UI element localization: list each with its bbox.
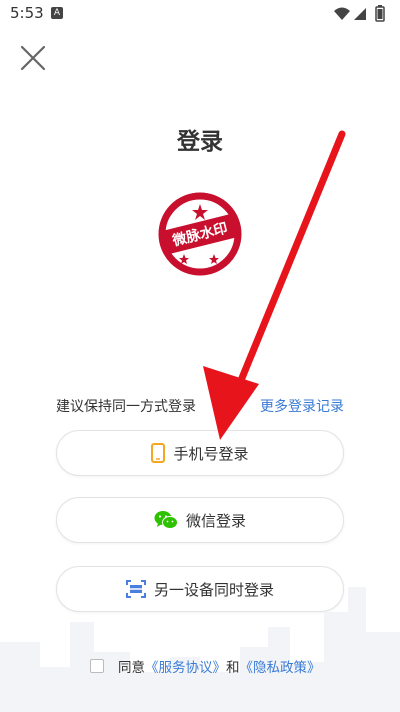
battery-icon	[375, 5, 385, 22]
status-bar: 5:53 A	[0, 0, 400, 28]
more-login-records-link[interactable]: 更多登录记录	[260, 396, 344, 416]
privacy-policy-link[interactable]: 《隐私政策》	[240, 656, 321, 676]
page-title: 登录	[177, 129, 223, 155]
agreement-checkbox[interactable]	[90, 659, 104, 673]
close-icon	[20, 45, 46, 71]
agreement-and: 和	[226, 660, 240, 676]
status-icons	[334, 5, 385, 22]
wechat-icon	[154, 510, 178, 530]
wifi-icon	[334, 7, 350, 20]
login-hint: 建议保持同一方式登录	[56, 399, 196, 415]
notification-icon: A	[51, 7, 63, 19]
wechat-login-button[interactable]: 微信登录	[56, 497, 344, 543]
watermark-stamp: 微脉水印	[158, 192, 242, 276]
close-button[interactable]	[19, 44, 47, 72]
city-skyline-decoration	[0, 587, 400, 712]
signal-icon	[354, 8, 366, 20]
status-time: 5:53	[10, 4, 44, 22]
service-agreement-link[interactable]: 《服务协议》	[145, 656, 226, 676]
agreement-prefix: 同意	[118, 660, 145, 676]
agreement-row: 同意 《服务协议》 和 《隐私政策》	[90, 656, 321, 676]
phone-login-label: 手机号登录	[173, 444, 249, 463]
wechat-login-label: 微信登录	[185, 511, 246, 530]
phone-login-button[interactable]: 手机号登录	[56, 430, 344, 476]
phone-icon	[151, 443, 166, 463]
